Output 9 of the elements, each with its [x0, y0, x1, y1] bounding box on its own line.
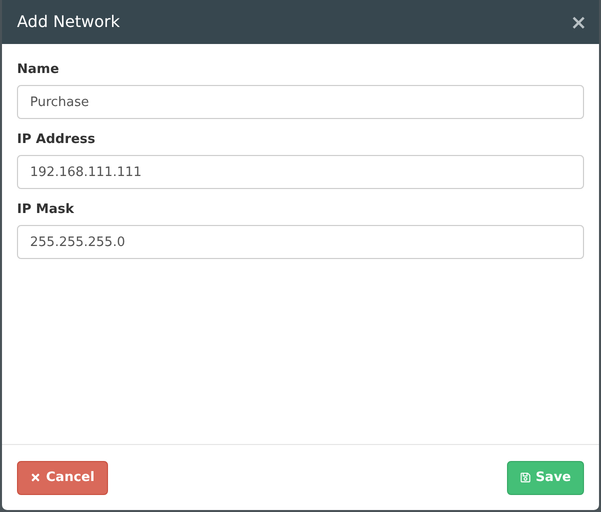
close-button[interactable]: ×: [570, 12, 587, 32]
field-label: IP Address: [17, 131, 96, 149]
input-field[interactable]: 255.255.255.0: [17, 225, 584, 259]
input-field[interactable]: 192.168.111.111: [17, 155, 584, 189]
field-label: IP Mask: [17, 201, 75, 219]
field-label: Name: [17, 61, 60, 79]
input-field[interactable]: Purchase: [17, 85, 584, 119]
dialog-title: Add Network: [17, 11, 120, 33]
close-icon: [30, 472, 41, 483]
